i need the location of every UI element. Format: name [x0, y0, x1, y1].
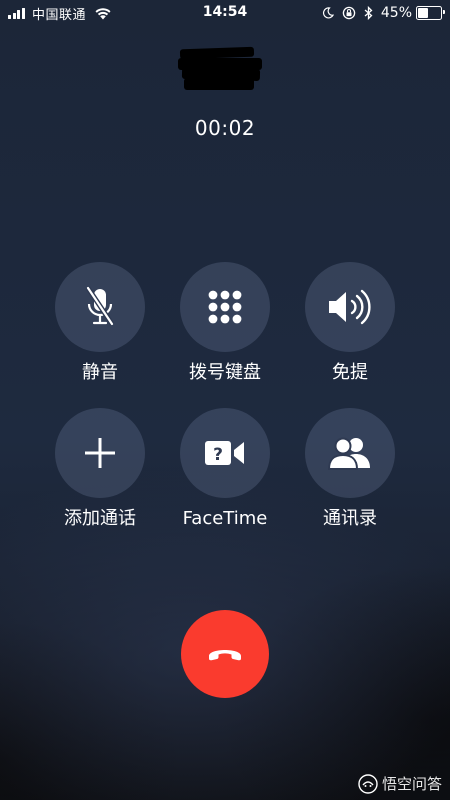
- facetime-circle[interactable]: ?: [180, 408, 270, 498]
- watermark: 悟空问答: [358, 773, 442, 794]
- watermark-text: 悟空问答: [381, 775, 442, 793]
- caller-name-redacted: [176, 44, 264, 94]
- wukong-logo-icon: [358, 773, 378, 794]
- call-duration: 00:02: [194, 116, 256, 140]
- speaker-button[interactable]: 免提: [290, 262, 410, 384]
- bluetooth-icon: [364, 6, 373, 20]
- add-call-label: 添加通话: [64, 508, 136, 529]
- add-call-circle[interactable]: [55, 408, 145, 498]
- status-bar: 中国联通 14:54 45%: [0, 0, 450, 26]
- battery-percent: 45%: [380, 5, 412, 21]
- keypad-button[interactable]: 拨号键盘: [165, 262, 285, 384]
- contacts-circle[interactable]: [305, 408, 395, 498]
- contacts-button[interactable]: 通讯录: [290, 408, 410, 530]
- speaker-icon: [329, 289, 371, 325]
- keypad-icon: [208, 290, 242, 324]
- add-call-button[interactable]: 添加通话: [40, 408, 160, 530]
- status-right: 45%: [314, 4, 445, 22]
- facetime-button[interactable]: ? FaceTime: [165, 408, 285, 530]
- facetime-label: FaceTime: [182, 508, 268, 529]
- mute-icon: [85, 286, 115, 326]
- battery-icon: [416, 6, 445, 20]
- svg-text:?: ?: [213, 445, 223, 465]
- mute-label: 静音: [82, 362, 118, 383]
- end-call-button[interactable]: [181, 610, 269, 698]
- add-call-icon: [85, 438, 115, 468]
- speaker-circle[interactable]: [305, 262, 395, 352]
- orientation-lock-icon: [342, 6, 356, 20]
- facetime-icon: ?: [205, 441, 244, 465]
- keypad-label: 拨号键盘: [189, 362, 261, 383]
- mute-circle[interactable]: [55, 262, 145, 352]
- moon-icon: [322, 7, 334, 19]
- speaker-label: 免提: [332, 362, 368, 383]
- mute-button[interactable]: 静音: [40, 262, 160, 384]
- contacts-icon: [327, 437, 370, 470]
- battery-level: [418, 8, 428, 18]
- contacts-label: 通讯录: [323, 508, 377, 529]
- end-call-icon: [209, 650, 241, 661]
- keypad-circle[interactable]: [180, 262, 270, 352]
